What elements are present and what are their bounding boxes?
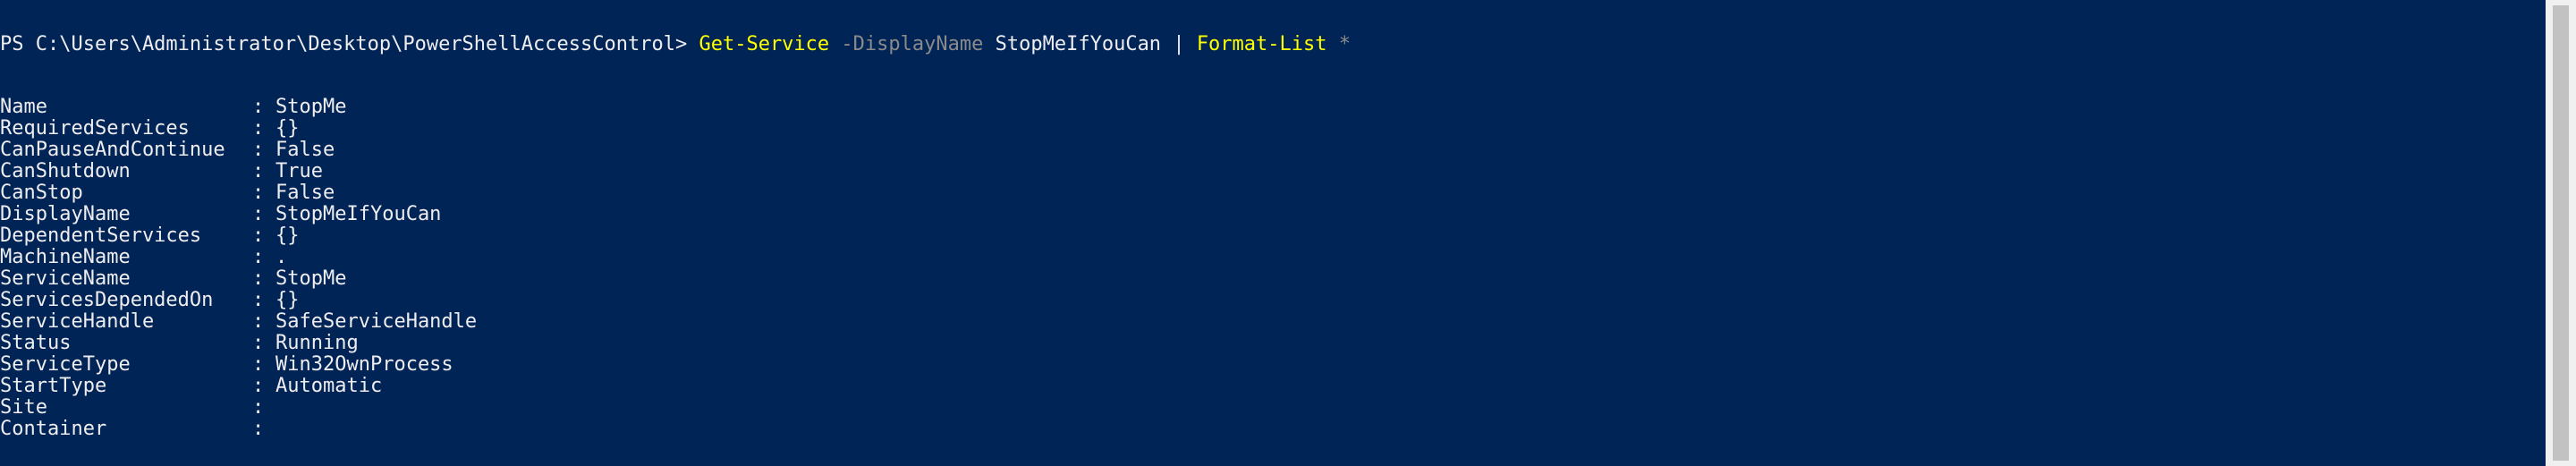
property-row: Name: StopMe xyxy=(0,97,477,118)
parameter-displayname: -DisplayName xyxy=(841,33,984,55)
property-name: CanPauseAndContinue xyxy=(0,139,225,161)
property-row: ServiceType: Win32OwnProcess xyxy=(0,354,477,376)
property-value: {} xyxy=(275,117,300,140)
property-separator: : xyxy=(252,289,265,311)
property-separator: : xyxy=(252,139,265,161)
property-row: CanShutdown: True xyxy=(0,161,477,182)
property-row: DisplayName: StopMeIfYouCan xyxy=(0,204,477,225)
property-value: SafeServiceHandle xyxy=(275,310,478,333)
property-row: ServiceName: StopMe xyxy=(0,268,477,290)
property-name: Name xyxy=(0,96,47,118)
property-row: Site: xyxy=(0,397,477,419)
property-value: Automatic xyxy=(275,375,383,397)
property-name: CanStop xyxy=(0,182,83,204)
property-row: DependentServices: {} xyxy=(0,225,477,247)
property-separator: : xyxy=(252,117,265,140)
command-line: PS C:\Users\Administrator\Desktop\PowerS… xyxy=(0,30,1351,59)
property-value: StopMe xyxy=(275,267,347,290)
property-name: MachineName xyxy=(0,246,131,268)
property-name: DependentServices xyxy=(0,225,202,247)
property-separator: : xyxy=(252,225,265,247)
cmdlet-get-service: Get-Service xyxy=(699,33,830,55)
property-value: StopMe xyxy=(275,96,347,118)
service-properties-list: Name: StopMe RequiredServices: {} CanPause… xyxy=(0,97,477,440)
property-row: StartType: Automatic xyxy=(0,376,477,397)
property-separator: : xyxy=(252,160,265,182)
property-row: Status: Running xyxy=(0,333,477,354)
property-value: Win32OwnProcess xyxy=(275,353,453,376)
property-row: ServicesDependedOn: {} xyxy=(0,290,477,311)
property-separator: : xyxy=(252,310,265,333)
property-name: RequiredServices xyxy=(0,117,190,140)
property-name: Status xyxy=(0,332,72,354)
property-row: CanPauseAndContinue: False xyxy=(0,140,477,161)
property-separator: : xyxy=(252,203,265,225)
argument-value: StopMeIfYouCan xyxy=(995,33,1162,55)
property-name: ServiceHandle xyxy=(0,310,155,333)
property-name: ServicesDependedOn xyxy=(0,289,214,311)
property-name: ServiceName xyxy=(0,267,131,290)
property-name: Site xyxy=(0,396,47,419)
property-separator: : xyxy=(252,418,265,440)
property-separator: : xyxy=(252,353,265,376)
property-separator: : xyxy=(252,267,265,290)
property-name: CanShutdown xyxy=(0,160,131,182)
property-value: True xyxy=(275,160,323,182)
property-separator: : xyxy=(252,375,265,397)
property-name: Container xyxy=(0,418,107,440)
property-separator: : xyxy=(252,246,265,268)
prompt-text: PS C:\Users\Administrator\Desktop\PowerS… xyxy=(0,33,699,55)
property-value: {} xyxy=(275,225,300,247)
property-value: False xyxy=(275,182,335,204)
property-separator: : xyxy=(252,396,265,419)
wildcard-star: * xyxy=(1338,33,1352,55)
property-value: . xyxy=(275,246,288,268)
property-row: RequiredServices: {} xyxy=(0,118,477,140)
property-name: ServiceType xyxy=(0,353,131,376)
property-name: StartType xyxy=(0,375,107,397)
property-separator: : xyxy=(252,332,265,354)
vertical-scrollbar[interactable] xyxy=(2546,0,2576,466)
scrollbar-thumb[interactable] xyxy=(2553,5,2569,461)
property-value: False xyxy=(275,139,335,161)
property-separator: : xyxy=(252,96,265,118)
property-value: {} xyxy=(275,289,300,311)
property-value: Running xyxy=(275,332,359,354)
property-row: Container: xyxy=(0,419,477,440)
property-row: ServiceHandle: SafeServiceHandle xyxy=(0,311,477,333)
property-name: DisplayName xyxy=(0,203,131,225)
pipe-operator: | xyxy=(1173,33,1185,55)
powershell-console[interactable]: PS C:\Users\Administrator\Desktop\PowerS… xyxy=(0,0,2576,466)
property-value: StopMeIfYouCan xyxy=(275,203,442,225)
cmdlet-format-list: Format-List xyxy=(1196,33,1327,55)
property-row: MachineName:. xyxy=(0,247,477,268)
property-row: CanStop: False xyxy=(0,182,477,204)
property-separator: : xyxy=(252,182,265,204)
